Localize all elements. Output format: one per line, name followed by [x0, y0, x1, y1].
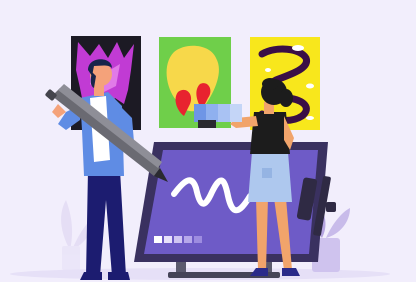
designers-illustration [0, 0, 416, 282]
tablet-palette-chips [154, 236, 202, 243]
drawing-tablet [134, 142, 336, 262]
illustration-canvas [10, 36, 390, 280]
